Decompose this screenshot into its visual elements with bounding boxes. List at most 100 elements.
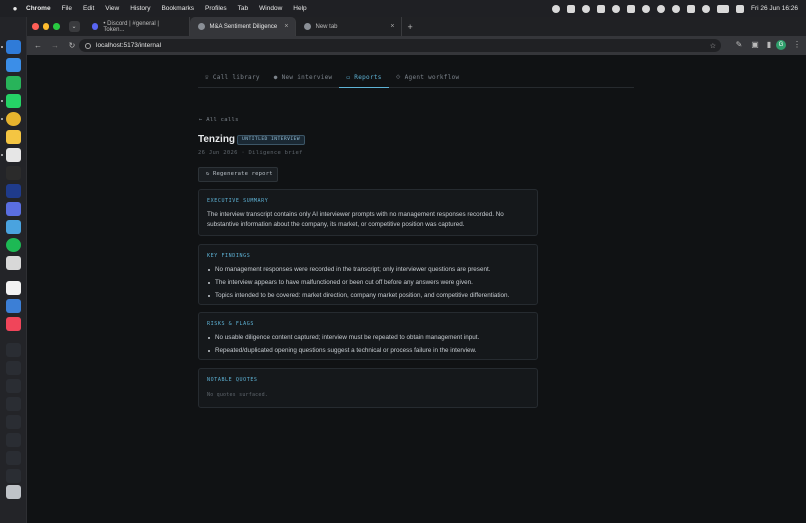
status-area: Fri 26 Jun 16:26 bbox=[552, 0, 798, 17]
key-findings-card: KEY FINDINGS No management responses wer… bbox=[198, 244, 538, 305]
status-app-icon[interactable] bbox=[672, 4, 681, 13]
dock-finder-icon[interactable] bbox=[6, 40, 21, 54]
status-badge: UNTITLED INTERVIEW bbox=[237, 135, 305, 145]
list-item: No management responses were recorded in… bbox=[207, 265, 531, 278]
address-bar[interactable]: localhost:5173/internal ☆ bbox=[79, 39, 721, 52]
dock bbox=[0, 17, 27, 523]
dock-window-thumbnail[interactable] bbox=[6, 415, 21, 429]
dock-app-icon[interactable] bbox=[6, 184, 21, 198]
status-app-icon[interactable] bbox=[582, 4, 591, 13]
dock-window-thumbnail[interactable] bbox=[6, 451, 21, 465]
bookmark-star-icon[interactable]: ☆ bbox=[710, 42, 716, 50]
sidebar-icon[interactable]: ▮ bbox=[764, 40, 774, 50]
forward-arrow-icon[interactable]: → bbox=[49, 41, 61, 50]
dock-app-icon[interactable] bbox=[6, 166, 21, 180]
battery-icon[interactable] bbox=[717, 4, 730, 13]
site-info-icon[interactable] bbox=[85, 42, 91, 49]
regenerate-report-button[interactable]: ↻ Regenerate report bbox=[198, 167, 278, 182]
status-app-icon[interactable] bbox=[627, 4, 636, 13]
dock-window-thumbnail[interactable] bbox=[6, 469, 21, 483]
dock-window-thumbnail[interactable] bbox=[6, 433, 21, 447]
section-heading: EXECUTIVE SUMMARY bbox=[207, 198, 269, 204]
report-meta: 26 Jun 2026 · Diligence brief bbox=[198, 150, 303, 156]
dock-window-thumbnail[interactable] bbox=[6, 379, 21, 393]
discord-favicon-icon bbox=[91, 23, 99, 30]
list-item: Topics intended to be covered: market di… bbox=[207, 291, 531, 304]
dock-chrome-icon[interactable] bbox=[6, 112, 21, 126]
new-tab-plus-icon[interactable]: + bbox=[408, 22, 413, 32]
moon-icon[interactable] bbox=[612, 4, 621, 13]
folder-icon[interactable] bbox=[597, 4, 606, 13]
dock-app-icon[interactable] bbox=[6, 299, 21, 313]
menu-file[interactable]: File bbox=[62, 5, 72, 12]
globe-favicon-icon bbox=[197, 23, 205, 30]
nav-agent-workflow[interactable]: ⟐ Agent workflow bbox=[389, 71, 467, 88]
dock-notion-icon[interactable] bbox=[6, 148, 21, 162]
record-icon[interactable] bbox=[702, 4, 711, 13]
nav-call-library[interactable]: ☏ Call library bbox=[198, 71, 267, 88]
dock-messages-icon[interactable] bbox=[6, 76, 21, 90]
tab-strip: ⌄ • Discord | #general | Token... M&A Se… bbox=[27, 17, 806, 36]
pen-icon[interactable]: ✎ bbox=[734, 40, 744, 50]
status-app-icon[interactable] bbox=[552, 4, 561, 13]
close-tab-icon[interactable]: × bbox=[390, 23, 394, 30]
menu-app-name[interactable]: Chrome bbox=[26, 5, 51, 12]
dock-window-thumbnail[interactable] bbox=[6, 361, 21, 375]
risks-list: No usable diligence content captured; in… bbox=[207, 333, 531, 359]
tab-ma-sentiment[interactable]: M&A Sentiment Diligence × bbox=[189, 17, 296, 36]
all-calls-link[interactable]: ← All calls bbox=[199, 117, 239, 123]
tab-search-icon[interactable]: ⌄ bbox=[68, 21, 80, 32]
dock-teams-icon[interactable] bbox=[6, 202, 21, 216]
nav-new-interview[interactable]: ● New interview bbox=[267, 71, 340, 88]
dock-whatsapp-icon[interactable] bbox=[6, 94, 21, 108]
control-center-icon[interactable] bbox=[736, 4, 745, 13]
menu-history[interactable]: History bbox=[130, 5, 150, 12]
reload-icon[interactable]: ↻ bbox=[66, 41, 78, 50]
list-item: Repeated/duplicated opening questions su… bbox=[207, 346, 531, 359]
menu-window[interactable]: Window bbox=[259, 5, 282, 12]
dock-window-thumbnail[interactable] bbox=[6, 343, 21, 357]
search-icon[interactable] bbox=[657, 4, 666, 13]
section-heading: NOTABLE QUOTES bbox=[207, 377, 258, 383]
profile-avatar[interactable]: G bbox=[776, 40, 786, 50]
dock-notes-icon[interactable] bbox=[6, 130, 21, 144]
empty-quotes-text: No quotes surfaced. bbox=[207, 392, 268, 398]
dock-window-thumbnail[interactable] bbox=[6, 397, 21, 411]
notable-quotes-card: NOTABLE QUOTES No quotes surfaced. bbox=[198, 368, 538, 408]
browser-window: ⌄ • Discord | #general | Token... M&A Se… bbox=[27, 17, 806, 523]
nav-reports[interactable]: ▭ Reports bbox=[339, 71, 389, 88]
wifi-icon[interactable] bbox=[687, 4, 696, 13]
tab-new-tab[interactable]: New tab × bbox=[296, 17, 402, 36]
play-icon[interactable] bbox=[642, 4, 651, 13]
apple-icon[interactable]: ● bbox=[10, 4, 20, 14]
dock-app-icon[interactable] bbox=[6, 58, 21, 72]
clock[interactable]: Fri 26 Jun 16:26 bbox=[751, 5, 798, 12]
url-text: localhost:5173/internal bbox=[96, 42, 162, 49]
menu-edit[interactable]: Edit bbox=[83, 5, 94, 12]
close-tab-icon[interactable]: × bbox=[284, 23, 288, 30]
more-menu-icon[interactable]: ⋮ bbox=[792, 40, 802, 50]
status-app-icon[interactable] bbox=[567, 4, 576, 13]
dock-trash-icon[interactable] bbox=[6, 485, 21, 499]
dock-running-indicator bbox=[1, 46, 3, 48]
minimize-window-button[interactable] bbox=[42, 23, 49, 30]
findings-list: No management responses were recorded in… bbox=[207, 265, 531, 304]
back-arrow-icon[interactable]: ← bbox=[32, 41, 44, 50]
dock-slack-icon[interactable] bbox=[6, 220, 21, 234]
dock-running-indicator bbox=[1, 118, 3, 120]
list-item: No usable diligence content captured; in… bbox=[207, 333, 531, 346]
menu-view[interactable]: View bbox=[105, 5, 119, 12]
menu-help[interactable]: Help bbox=[293, 5, 306, 12]
tab-label: • Discord | #general | Token... bbox=[103, 20, 159, 33]
menu-bookmarks[interactable]: Bookmarks bbox=[161, 5, 194, 12]
dock-app-icon[interactable] bbox=[6, 281, 21, 295]
menu-tab[interactable]: Tab bbox=[238, 5, 248, 12]
dock-app-icon[interactable] bbox=[6, 256, 21, 270]
dock-music-icon[interactable] bbox=[6, 317, 21, 331]
close-window-button[interactable] bbox=[32, 23, 39, 30]
extensions-icon[interactable]: ▣ bbox=[750, 40, 760, 50]
tab-discord[interactable]: • Discord | #general | Token... bbox=[84, 17, 190, 36]
menu-profiles[interactable]: Profiles bbox=[205, 5, 227, 12]
dock-spotify-icon[interactable] bbox=[6, 238, 21, 252]
maximize-window-button[interactable] bbox=[53, 23, 60, 30]
